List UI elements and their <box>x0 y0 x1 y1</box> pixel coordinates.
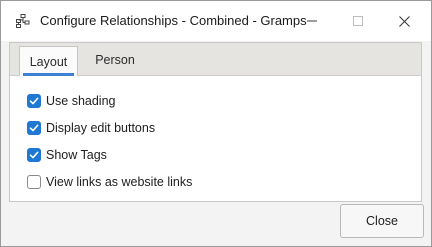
display-edit-buttons-label: Display edit buttons <box>46 121 156 135</box>
dialog-window: Configure Relationships - Combined - Gra… <box>0 0 432 247</box>
view-links-checkbox[interactable] <box>27 175 41 189</box>
tab-person[interactable]: Person <box>90 43 140 76</box>
show-tags-label: Show Tags <box>46 148 107 162</box>
dialog-content: Layout Person Use shading Display edit b… <box>9 42 422 202</box>
maximize-button[interactable] <box>335 1 381 41</box>
use-shading-label: Use shading <box>46 94 116 108</box>
close-icon <box>398 15 410 27</box>
option-view-links-as-website-links[interactable]: View links as website links <box>27 174 192 190</box>
maximize-icon <box>353 16 363 26</box>
tab-person-label: Person <box>95 52 135 67</box>
checkmark-icon <box>29 97 39 105</box>
window-title: Configure Relationships - Combined - Gra… <box>40 13 307 28</box>
show-tags-checkbox[interactable] <box>27 148 41 162</box>
tab-selected-indicator <box>23 73 74 76</box>
option-show-tags[interactable]: Show Tags <box>27 147 107 163</box>
window-close-button[interactable] <box>381 1 427 41</box>
option-use-shading[interactable]: Use shading <box>27 93 116 109</box>
checkmark-icon <box>29 124 39 132</box>
title-bar[interactable]: Configure Relationships - Combined - Gra… <box>1 1 431 41</box>
tab-layout[interactable]: Layout <box>19 46 78 76</box>
minimize-button[interactable] <box>289 1 335 41</box>
close-button[interactable]: Close <box>340 204 424 238</box>
view-links-label: View links as website links <box>46 175 193 189</box>
option-display-edit-buttons[interactable]: Display edit buttons <box>27 120 155 136</box>
display-edit-buttons-checkbox[interactable] <box>27 121 41 135</box>
tab-layout-label: Layout <box>29 54 68 69</box>
tab-bar: Layout Person <box>10 43 421 76</box>
minimize-icon <box>307 20 317 22</box>
checkmark-icon <box>29 151 39 159</box>
gramps-tree-icon <box>16 14 30 28</box>
use-shading-checkbox[interactable] <box>27 94 41 108</box>
